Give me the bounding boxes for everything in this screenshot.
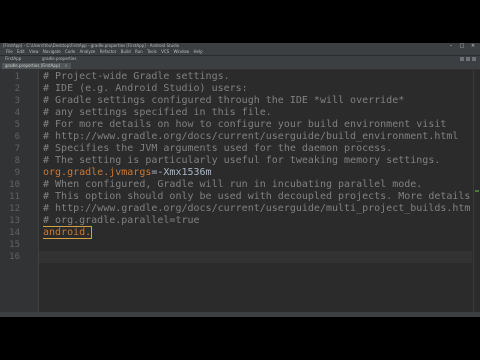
- line-number: 16: [9, 252, 20, 262]
- android-studio-window: [FirstApp] - C:\Users\You\Desktop\FirstA…: [0, 43, 480, 317]
- code-line-comment: # IDE (e.g. Android Studio) users:: [43, 83, 248, 94]
- code-line-comment: # any settings specified in this file.: [43, 107, 272, 118]
- sync-icon[interactable]: [460, 57, 464, 61]
- editor-tab-bar: gradle.properties (FirstApp) ×: [0, 62, 480, 78]
- code-area[interactable]: # Project-wide Gradle settings. # IDE (e…: [43, 70, 472, 317]
- typed-text: android.: [43, 226, 93, 239]
- search-icon[interactable]: [466, 57, 470, 61]
- line-number: 4: [14, 108, 20, 118]
- tab-gradle-properties[interactable]: gradle.properties (FirstApp) ×: [2, 63, 71, 69]
- tab-close-icon[interactable]: ×: [64, 63, 67, 68]
- line-number: 11: [9, 192, 20, 202]
- line-number: 7: [14, 144, 20, 154]
- editor-scrollbar[interactable]: [473, 70, 480, 317]
- tab-label: gradle.properties (FirstApp): [5, 63, 61, 68]
- line-number: 6: [14, 132, 20, 142]
- code-line-comment: # org.gradle.parallel=true: [43, 215, 200, 226]
- property-value: =-Xmx1536m: [151, 167, 212, 178]
- line-number: 15: [9, 240, 20, 250]
- line-number: 5: [14, 120, 20, 130]
- line-number: 3: [14, 96, 20, 106]
- line-number-gutter: 1 2 3 4 5 6 7 8 9 10 11 12 13 14 15 16: [0, 70, 39, 317]
- code-line-comment: # Specifies the JVM arguments used for t…: [43, 143, 393, 154]
- property-key: org.gradle.jvmargs: [43, 167, 152, 178]
- code-line-current[interactable]: android.: [43, 226, 93, 239]
- code-line-comment: # Gradle settings configured through the…: [43, 95, 405, 106]
- navigation-bar: FirstApp gradle.properties: [0, 55, 480, 62]
- line-number: 8: [14, 156, 20, 166]
- line-number: 1: [14, 72, 20, 82]
- code-line-comment: # http://www.gradle.org/docs/current/use…: [43, 131, 459, 142]
- code-line-comment: # For more details on how to configure y…: [43, 119, 447, 130]
- line-number: 14: [9, 228, 20, 238]
- line-number: 13: [9, 216, 20, 226]
- line-number: 9: [14, 168, 20, 178]
- status-bar: [0, 312, 480, 317]
- settings-icon[interactable]: [472, 57, 476, 61]
- code-line-comment: # When configured, Gradle will run in in…: [43, 179, 423, 190]
- line-number: 12: [9, 204, 20, 214]
- code-line-comment: # Project-wide Gradle settings.: [43, 71, 230, 82]
- code-editor[interactable]: 1 2 3 4 5 6 7 8 9 10 11 12 13 14 15 16 #…: [0, 70, 480, 317]
- code-line-comment: # The setting is particularly useful for…: [43, 155, 441, 166]
- scroll-marker: [475, 190, 479, 192]
- line-number: 10: [9, 180, 20, 190]
- code-line-comment: # http://www.gradle.org/docs/current/use…: [43, 203, 471, 214]
- code-line-property: org.gradle.jvmargs=-Xmx1536m: [43, 167, 212, 179]
- code-line-comment: # This option should only be used with d…: [43, 191, 472, 202]
- line-number: 2: [14, 84, 20, 94]
